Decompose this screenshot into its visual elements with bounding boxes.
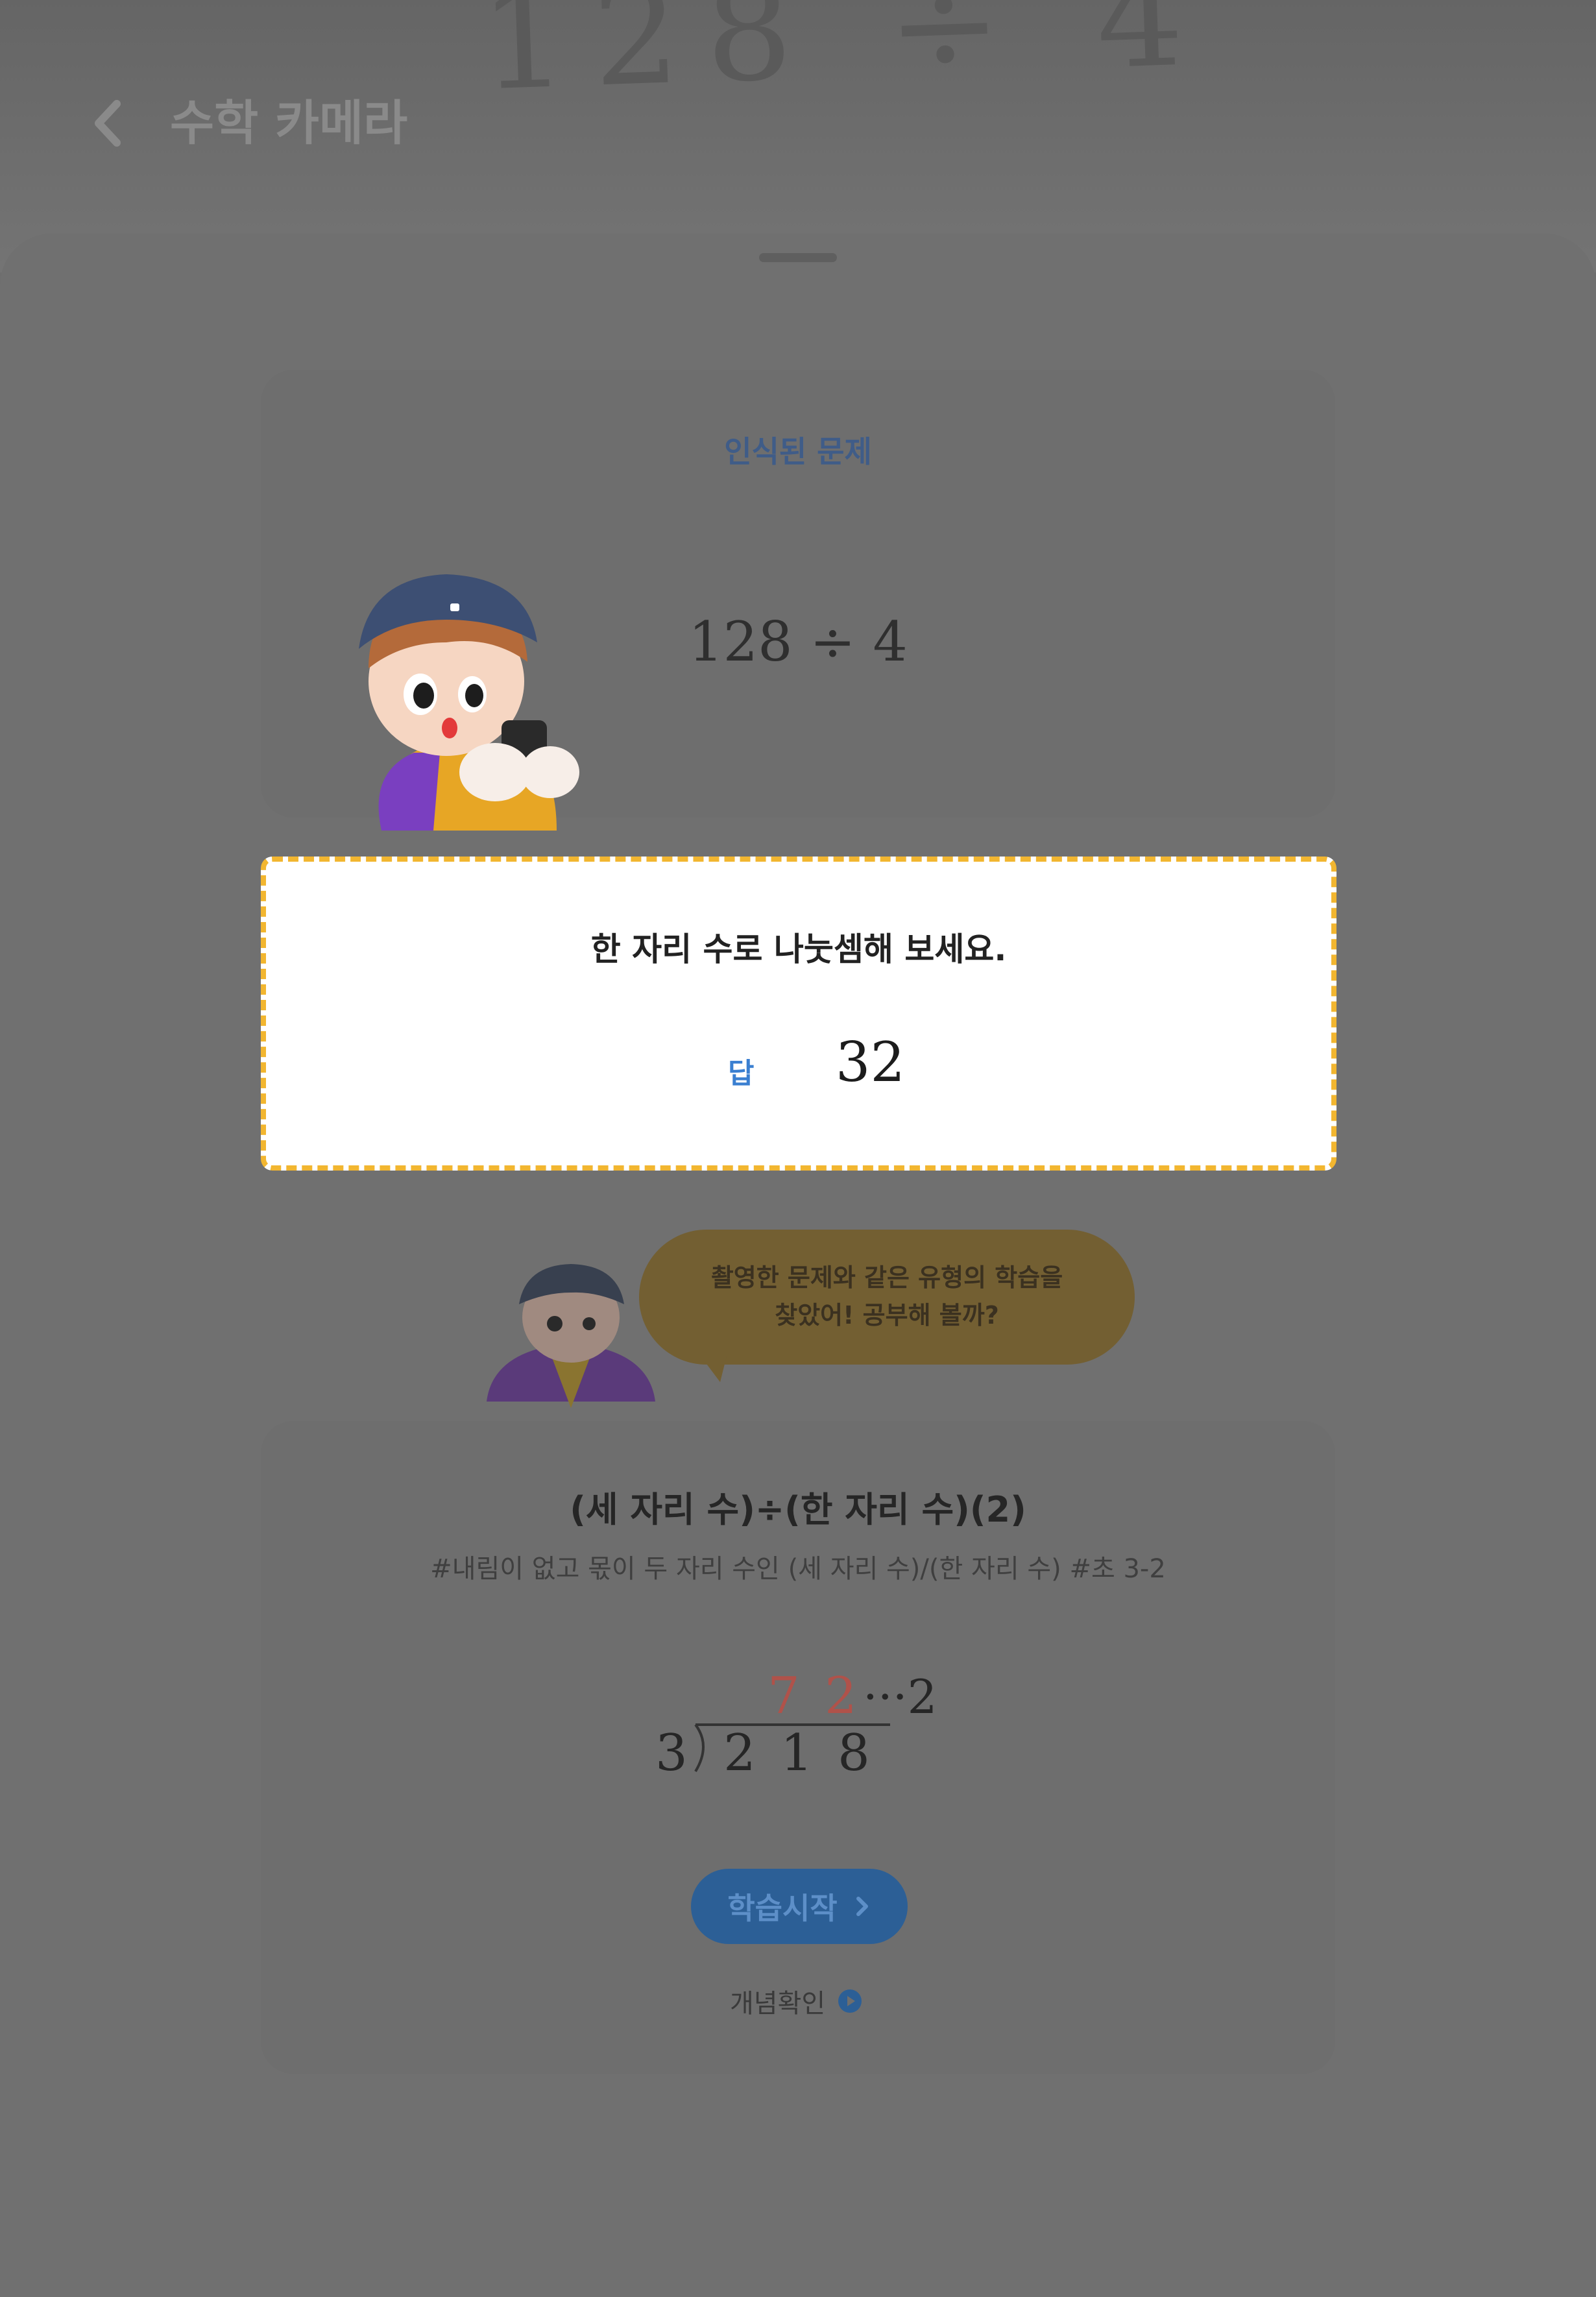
page-title: 수학 카메라 xyxy=(170,95,408,151)
lesson-title: (세 자리 수)÷(한 자리 수)(2) xyxy=(570,1489,1026,1530)
recognized-title: 인식된 문제 xyxy=(724,434,872,469)
chevron-right-icon xyxy=(856,1897,868,1916)
answer-box: 한 자리 수로 나눗셈해 보세요. 답 32 xyxy=(261,857,1336,1171)
recognized-expression: 128 ÷ 4 xyxy=(688,610,908,674)
start-learning-label: 학습시작 xyxy=(727,1891,838,1926)
dividend-digit: 1 xyxy=(780,1724,813,1782)
start-learning-button[interactable]: 학습시작 xyxy=(691,1869,908,1944)
answer-question: 한 자리 수로 나눗셈해 보세요. xyxy=(590,930,1007,968)
answer-value: 32 xyxy=(836,1030,905,1094)
concept-check-label: 개념확인 xyxy=(730,1989,826,2019)
quotient-digit: 2 xyxy=(825,1668,857,1725)
back-button[interactable] xyxy=(84,91,130,156)
lesson-tags: #내림이 없고 몫이 두 자리 수인 (세 자리 수)/(한 자리 수) #초 … xyxy=(430,1554,1166,1584)
camera-preview-text: 128 ÷ 4 xyxy=(478,0,1212,121)
concept-check-link[interactable]: 개념확인 xyxy=(730,1982,863,2020)
divisor: 3 xyxy=(655,1724,688,1782)
sheet-grabber[interactable] xyxy=(759,253,837,262)
remainder: ···2 xyxy=(863,1670,937,1724)
play-circle-icon xyxy=(838,1989,862,2013)
long-division-example: 7 2 ···2 3 2 1 8 xyxy=(655,1668,937,1782)
speech-bubble-tail xyxy=(701,1356,727,1382)
dividend-digit: 8 xyxy=(838,1724,870,1782)
speech-bubble-text: 촬영한 문제와 같은 유형의 학습을 찾았어! 공부해 볼까? xyxy=(710,1263,1063,1330)
character-with-phone-illustration xyxy=(359,574,579,831)
chevron-left-icon xyxy=(95,100,121,147)
quotient-digit: 7 xyxy=(768,1668,800,1725)
answer-label: 답 xyxy=(728,1057,755,1090)
dividend-digit: 2 xyxy=(723,1724,756,1782)
